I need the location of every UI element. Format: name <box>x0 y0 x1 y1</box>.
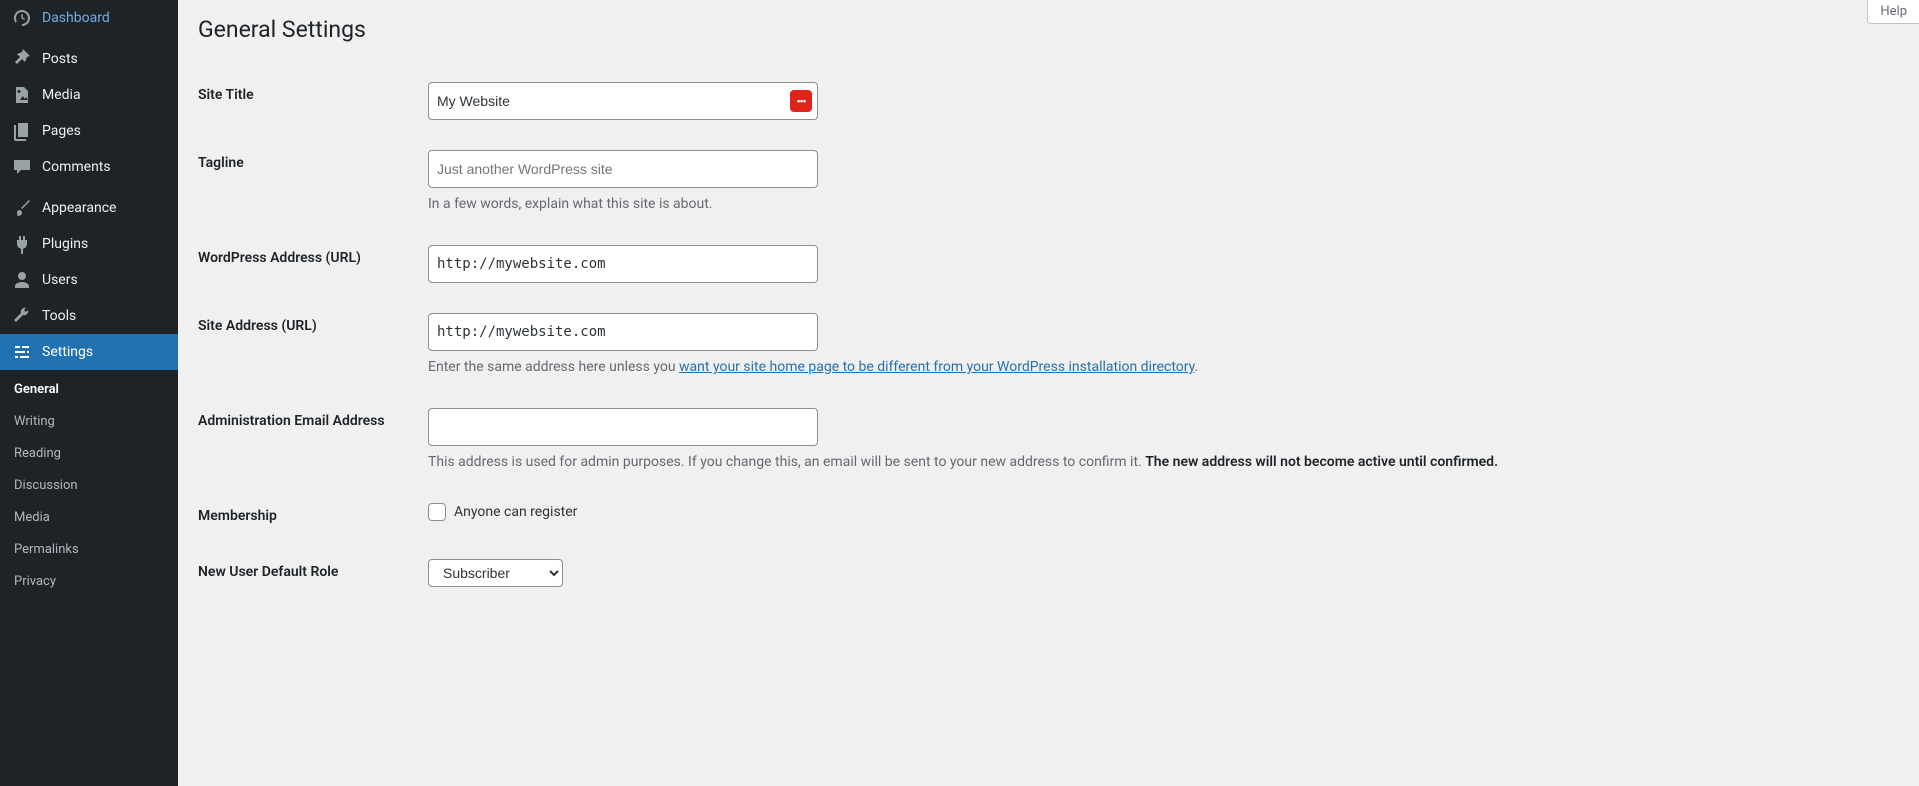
submenu-privacy[interactable]: Privacy <box>0 566 178 598</box>
sidebar-label: Users <box>42 270 78 290</box>
submenu-reading[interactable]: Reading <box>0 438 178 470</box>
password-manager-icon[interactable]: ••• <box>790 90 812 112</box>
pages-icon <box>12 121 32 141</box>
sidebar-label: Dashboard <box>42 8 110 28</box>
submenu-discussion[interactable]: Discussion <box>0 470 178 502</box>
site-url-input[interactable] <box>428 313 818 351</box>
site-url-help: Enter the same address here unless you w… <box>428 357 1889 378</box>
pin-icon <box>12 49 32 69</box>
site-title-label: Site Title <box>198 67 418 135</box>
submenu-writing[interactable]: Writing <box>0 406 178 438</box>
comment-icon <box>12 157 32 177</box>
sidebar-item-dashboard[interactable]: Dashboard <box>0 0 178 36</box>
settings-submenu: General Writing Reading Discussion Media… <box>0 370 178 608</box>
tagline-label: Tagline <box>198 135 418 230</box>
sidebar-label: Tools <box>42 306 76 326</box>
sidebar-item-media[interactable]: Media <box>0 77 178 113</box>
sidebar-item-posts[interactable]: Posts <box>0 41 178 77</box>
tagline-input[interactable] <box>428 150 818 188</box>
sidebar-label: Posts <box>42 49 78 69</box>
content-area: General Settings Site Title ••• Tagline … <box>178 0 1919 602</box>
sidebar-label: Media <box>42 85 81 105</box>
sidebar-label: Appearance <box>42 198 116 218</box>
dashboard-icon <box>12 8 32 28</box>
default-role-select[interactable]: Subscriber <box>428 559 563 587</box>
admin-sidebar: Dashboard Posts Media Pages Comments App… <box>0 0 178 786</box>
page-title: General Settings <box>198 0 1899 47</box>
wp-url-input[interactable] <box>428 245 818 283</box>
site-url-label: Site Address (URL) <box>198 298 418 393</box>
sidebar-label: Settings <box>42 342 93 362</box>
brush-icon <box>12 198 32 218</box>
media-icon <box>12 85 32 105</box>
sidebar-label: Pages <box>42 121 81 141</box>
admin-email-input[interactable] <box>428 408 818 446</box>
plugin-icon <box>12 234 32 254</box>
admin-email-label: Administration Email Address <box>198 393 418 488</box>
submenu-media[interactable]: Media <box>0 502 178 534</box>
sidebar-item-pages[interactable]: Pages <box>0 113 178 149</box>
sidebar-item-comments[interactable]: Comments <box>0 149 178 185</box>
settings-form: Site Title ••• Tagline In a few words, e… <box>198 67 1899 602</box>
tagline-help: In a few words, explain what this site i… <box>428 194 1889 215</box>
membership-checkbox[interactable] <box>428 503 446 521</box>
site-url-help-link[interactable]: want your site home page to be different… <box>679 359 1195 375</box>
sidebar-item-users[interactable]: Users <box>0 262 178 298</box>
help-tab[interactable]: Help <box>1867 0 1919 24</box>
default-role-label: New User Default Role <box>198 544 418 602</box>
site-title-input[interactable] <box>428 82 818 120</box>
user-icon <box>12 270 32 290</box>
submenu-permalinks[interactable]: Permalinks <box>0 534 178 566</box>
sidebar-label: Comments <box>42 157 111 177</box>
sidebar-item-plugins[interactable]: Plugins <box>0 226 178 262</box>
membership-checkbox-label[interactable]: Anyone can register <box>454 504 577 520</box>
admin-email-help: This address is used for admin purposes.… <box>428 452 1889 473</box>
membership-label: Membership <box>198 488 418 544</box>
wp-url-label: WordPress Address (URL) <box>198 230 418 298</box>
sliders-icon <box>12 342 32 362</box>
sidebar-label: Plugins <box>42 234 88 254</box>
sidebar-item-appearance[interactable]: Appearance <box>0 190 178 226</box>
wrench-icon <box>12 306 32 326</box>
submenu-general[interactable]: General <box>0 374 178 406</box>
sidebar-item-settings[interactable]: Settings <box>0 334 178 370</box>
sidebar-item-tools[interactable]: Tools <box>0 298 178 334</box>
